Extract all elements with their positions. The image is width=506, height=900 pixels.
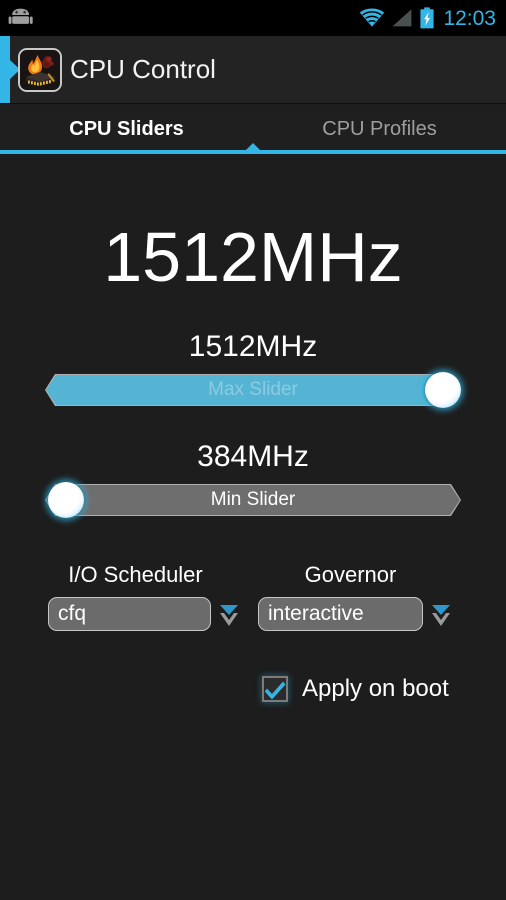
min-slider-value: 384MHz [0, 442, 506, 472]
apply-on-boot-label: Apply on boot [302, 677, 449, 701]
android-robot-icon [8, 8, 34, 28]
current-frequency-display: 1512MHz [0, 222, 506, 292]
min-slider-thumb[interactable] [48, 482, 84, 518]
main-content: 1512MHz 1512MHz Max Slider 384MHz Min Sl… [0, 154, 506, 900]
status-bar-clock: 12:03 [441, 8, 496, 29]
app-screen: 12:03 [0, 0, 506, 900]
governor-select[interactable]: interactive [258, 597, 423, 631]
cellular-signal-icon [391, 8, 413, 28]
tab-cpu-profiles[interactable]: CPU Profiles [253, 105, 506, 153]
status-bar: 12:03 [0, 0, 506, 36]
chevron-down-icon[interactable] [215, 597, 243, 631]
max-slider-value: 1512MHz [0, 332, 506, 362]
max-slider-group: 1512MHz Max Slider [0, 332, 506, 406]
battery-charging-icon [419, 7, 435, 29]
governor-group: Governor interactive [258, 564, 473, 631]
cpu-flame-app-icon [18, 48, 62, 92]
max-slider-thumb[interactable] [425, 372, 461, 408]
io-scheduler-select[interactable]: cfq [48, 597, 211, 631]
checkmark-icon [262, 676, 288, 702]
io-scheduler-row: cfq [48, 597, 253, 631]
apply-on-boot-row[interactable]: Apply on boot [262, 676, 449, 702]
status-bar-system-icons: 12:03 [359, 7, 496, 29]
io-scheduler-group: I/O Scheduler cfq [48, 564, 253, 631]
chevron-down-icon[interactable] [427, 597, 455, 631]
tab-active-indicator-icon [245, 143, 261, 151]
min-slider-fill [46, 485, 460, 515]
apply-on-boot-checkbox[interactable] [262, 676, 288, 702]
action-bar: CPU Control [0, 36, 506, 104]
status-bar-notifications [8, 8, 34, 28]
max-slider-track[interactable] [45, 374, 461, 406]
governor-row: interactive [258, 597, 473, 631]
page-title: CPU Control [70, 36, 216, 103]
min-slider-group: 384MHz Min Slider [0, 442, 506, 516]
wifi-icon [359, 8, 385, 28]
governor-label: Governor [258, 564, 473, 586]
max-slider[interactable]: Max Slider [45, 374, 461, 406]
tab-cpu-sliders[interactable]: CPU Sliders [0, 105, 253, 153]
min-slider[interactable]: Min Slider [45, 484, 461, 516]
min-slider-track[interactable] [45, 484, 461, 516]
io-scheduler-label: I/O Scheduler [48, 564, 253, 586]
max-slider-fill [46, 375, 460, 405]
